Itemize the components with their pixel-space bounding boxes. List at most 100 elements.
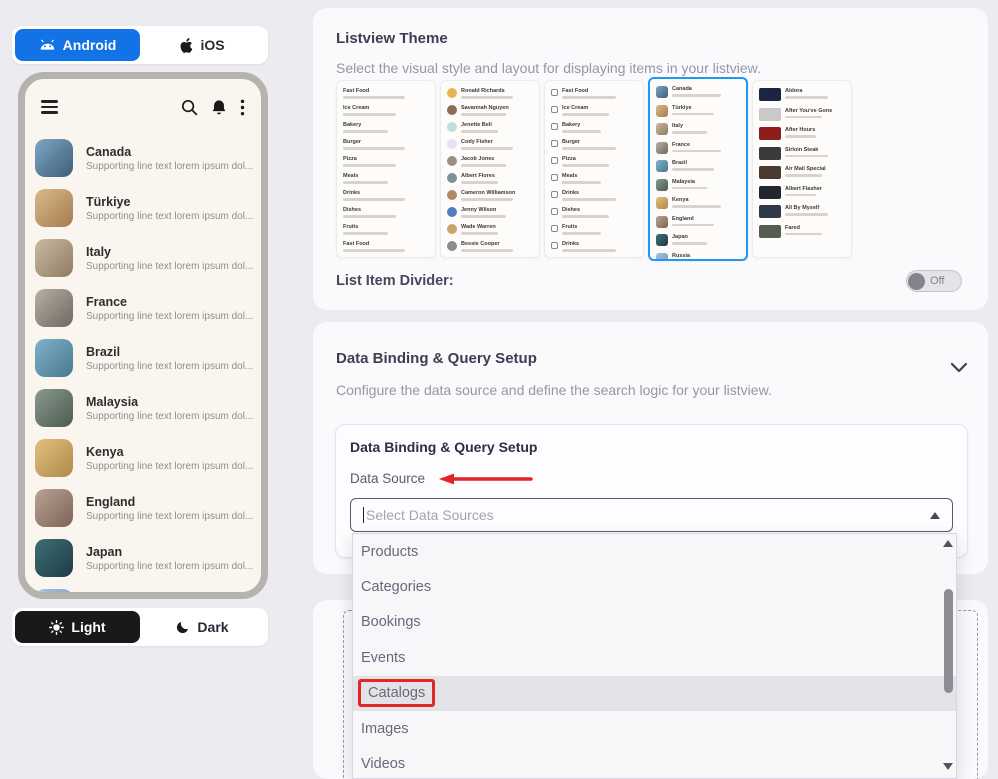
list-item-divider-toggle[interactable]: Off bbox=[906, 270, 962, 292]
theme-mini-row: Malaysia bbox=[656, 179, 740, 191]
theme-mini-row: Bessie Cooper bbox=[447, 241, 533, 252]
mini-title: Fast Food bbox=[562, 88, 637, 94]
dropdown-options: ProductsCategoriesBookingsEventsCatalogs… bbox=[353, 534, 956, 779]
phone-list-item[interactable]: ItalySupporting line text lorem ipsum do… bbox=[25, 233, 261, 283]
scrollbar-thumb[interactable] bbox=[944, 589, 953, 693]
mini-title: Malaysia bbox=[672, 179, 740, 185]
mini-title: Burger bbox=[562, 139, 637, 145]
theme-gallery: Fast FoodIce CreamBakeryBurgerPizzaMeals… bbox=[336, 80, 852, 261]
theme-card-avatar-list[interactable]: Ronald RichardsSavannah NguyenJenette Be… bbox=[440, 80, 540, 258]
phone-list-item[interactable]: Russia bbox=[25, 583, 261, 599]
scroll-up-icon[interactable] bbox=[943, 540, 953, 547]
mini-thumb bbox=[447, 241, 457, 251]
mini-thumb bbox=[447, 156, 457, 166]
phone-list-item[interactable]: EnglandSupporting line text lorem ipsum … bbox=[25, 483, 261, 533]
item-title: England bbox=[86, 495, 253, 509]
mini-thumb bbox=[656, 234, 668, 246]
dropdown-option-videos[interactable]: Videos bbox=[353, 746, 956, 779]
theme-card-text-list[interactable]: Fast FoodIce CreamBakeryBurgerPizzaMeals… bbox=[336, 80, 436, 258]
mini-title: Savannah Nguyen bbox=[461, 105, 533, 111]
mini-title: Dishes bbox=[343, 207, 429, 213]
mini-thumb bbox=[759, 166, 781, 179]
light-mode-tab[interactable]: Light bbox=[15, 611, 140, 643]
data-source-select[interactable]: Select Data Sources bbox=[350, 498, 953, 532]
theme-mini-row: Bakery bbox=[551, 122, 637, 133]
dropdown-scrollbar[interactable] bbox=[940, 534, 956, 778]
mini-title: After Hours bbox=[785, 127, 845, 133]
dropdown-option-images[interactable]: Images bbox=[353, 711, 956, 746]
mini-title: Fast Food bbox=[343, 88, 429, 94]
theme-card-image-list[interactable]: CanadaTürkiyeItalyFranceBrazilMalaysiaKe… bbox=[648, 77, 748, 261]
phone-list-item[interactable]: FranceSupporting line text lorem ipsum d… bbox=[25, 283, 261, 333]
mini-title: Bakery bbox=[562, 122, 637, 128]
mini-thumb bbox=[447, 190, 457, 200]
theme-mini-row: Canada bbox=[656, 86, 740, 98]
mini-title: Cameron Williamson bbox=[461, 190, 533, 196]
phone-list-item[interactable]: CanadaSupporting line text lorem ipsum d… bbox=[25, 133, 261, 183]
mini-thumb bbox=[656, 142, 668, 154]
mini-thumb bbox=[447, 105, 457, 115]
ios-label: iOS bbox=[200, 37, 224, 53]
dropdown-option-events[interactable]: Events bbox=[353, 640, 956, 675]
mini-title: Bessie Cooper bbox=[461, 241, 533, 247]
theme-card-media-dark-list[interactable]: AldoraAfter You've GoneAfter HoursSirloi… bbox=[752, 80, 852, 258]
mini-thumb bbox=[447, 122, 457, 132]
phone-list-item[interactable]: JapanSupporting line text lorem ipsum do… bbox=[25, 533, 261, 583]
menu-icon[interactable] bbox=[41, 100, 58, 114]
data-source-label: Data Source bbox=[350, 471, 425, 486]
dropdown-option-bookings[interactable]: Bookings bbox=[353, 605, 956, 640]
item-subtitle: Supporting line text lorem ipsum dol... bbox=[86, 411, 253, 422]
mini-title: Ice Cream bbox=[343, 105, 429, 111]
mini-title: Drinks bbox=[562, 241, 637, 247]
mini-title: England bbox=[672, 216, 740, 222]
android-tab[interactable]: Android bbox=[15, 29, 140, 61]
chevron-down-icon[interactable] bbox=[950, 362, 968, 374]
theme-mini-row: Dishes bbox=[551, 207, 637, 218]
mini-title: Canada bbox=[672, 86, 740, 92]
phone-list-item[interactable]: KenyaSupporting line text lorem ipsum do… bbox=[25, 433, 261, 483]
item-subtitle: Supporting line text lorem ipsum dol... bbox=[86, 161, 253, 172]
mini-thumb bbox=[551, 225, 558, 232]
item-photo bbox=[35, 139, 73, 177]
phone-list-item[interactable]: MalaysiaSupporting line text lorem ipsum… bbox=[25, 383, 261, 433]
mini-thumb bbox=[447, 173, 457, 183]
mini-title: France bbox=[672, 142, 740, 148]
list-item-divider-label: List Item Divider: bbox=[336, 273, 454, 289]
search-icon[interactable] bbox=[181, 99, 198, 116]
mini-title: Fruits bbox=[343, 224, 429, 230]
item-photo bbox=[35, 589, 73, 599]
scroll-down-icon[interactable] bbox=[943, 763, 953, 770]
item-photo bbox=[35, 339, 73, 377]
theme-mini-row: Fast Food bbox=[343, 88, 429, 99]
bell-icon[interactable] bbox=[211, 99, 227, 116]
theme-mini-row: Jacob Jones bbox=[447, 156, 533, 167]
select-collapse-arrow[interactable] bbox=[930, 512, 940, 519]
theme-mini-row: Jenette Bell bbox=[447, 122, 533, 133]
android-icon bbox=[39, 39, 56, 51]
kebab-menu-icon[interactable] bbox=[240, 99, 245, 116]
mini-title: After You've Gone bbox=[785, 108, 845, 114]
mini-title: Pizza bbox=[562, 156, 637, 162]
dropdown-option-products[interactable]: Products bbox=[353, 534, 956, 569]
dropdown-option-categories[interactable]: Categories bbox=[353, 569, 956, 604]
android-label: Android bbox=[63, 37, 117, 53]
theme-mini-row: Burger bbox=[551, 139, 637, 150]
mini-title: Ice Cream bbox=[562, 105, 637, 111]
mini-thumb bbox=[656, 123, 668, 135]
mini-title: Wade Warren bbox=[461, 224, 533, 230]
phone-list-item[interactable]: BrazilSupporting line text lorem ipsum d… bbox=[25, 333, 261, 383]
text-cursor bbox=[363, 507, 364, 523]
dropdown-option-catalogs[interactable]: Catalogs bbox=[353, 676, 956, 711]
dark-mode-tab[interactable]: Dark bbox=[140, 611, 265, 643]
mini-thumb bbox=[447, 88, 457, 98]
ios-tab[interactable]: iOS bbox=[140, 29, 265, 61]
card-title: Data Binding & Query Setup bbox=[350, 439, 953, 455]
apple-icon bbox=[180, 38, 193, 53]
moon-icon bbox=[176, 620, 190, 634]
phone-app-header bbox=[25, 85, 261, 129]
theme-mini-row: Bakery bbox=[343, 122, 429, 133]
theme-card-icon-list[interactable]: Fast FoodIce CreamBakeryBurgerPizzaMeals… bbox=[544, 80, 644, 258]
mini-title: Türkiye bbox=[672, 105, 740, 111]
phone-list-item[interactable]: TürkiyeSupporting line text lorem ipsum … bbox=[25, 183, 261, 233]
mini-thumb bbox=[551, 191, 558, 198]
